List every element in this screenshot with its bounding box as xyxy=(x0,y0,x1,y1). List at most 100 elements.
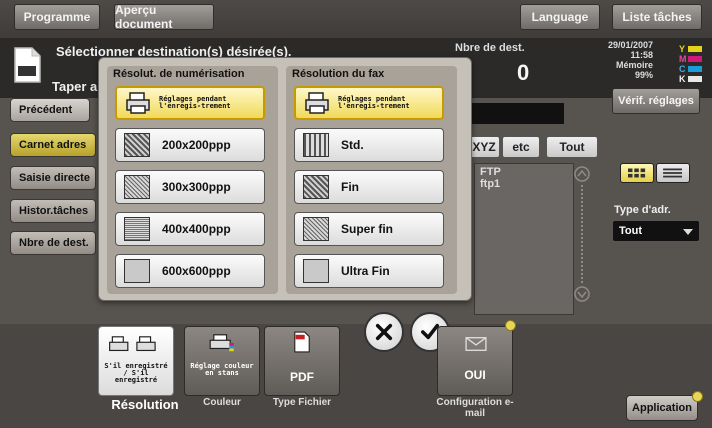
tab-xyz[interactable]: XYZ xyxy=(468,136,500,158)
status-panel: 29/01/2007 11:58 Mémoire 99% xyxy=(608,40,653,80)
scan-option-300[interactable]: 300x300ppp xyxy=(115,170,265,204)
scan-option-200[interactable]: 200x200ppp xyxy=(115,128,265,162)
resolution-tile[interactable]: S'il enregistré / S'il enregistré xyxy=(98,326,174,396)
tab-carnet-adresses[interactable]: Carnet adres xyxy=(10,133,96,157)
scan-option-200-label: 200x200ppp xyxy=(162,138,231,152)
verif-reglages-button[interactable]: Vérif. réglages xyxy=(612,88,700,114)
scan-option-600-label: 600x600ppp xyxy=(162,264,231,278)
toner-k-letter: K xyxy=(679,74,686,84)
fax-option-fin[interactable]: Fin xyxy=(294,170,444,204)
tab-nbre-dest[interactable]: Nbre de dest. xyxy=(10,231,96,255)
email-icon xyxy=(465,337,487,351)
scan-option-600[interactable]: 600x600ppp xyxy=(115,254,265,288)
couleur-tile-label: Couleur xyxy=(203,397,241,408)
type-fichier-tile-label: Type Fichier xyxy=(272,397,332,408)
resolution-pattern-icon xyxy=(124,259,150,283)
color-printer-icon xyxy=(209,334,234,352)
grid-view-icon xyxy=(628,168,646,178)
fax-option-super-fin[interactable]: Super fin xyxy=(294,212,444,246)
status-time: 11:58 xyxy=(630,50,654,60)
screen: Programme Aperçu document Language Liste… xyxy=(0,0,712,428)
list-item[interactable]: FTP ftp1 xyxy=(480,166,501,190)
apercu-document-button[interactable]: Aperçu document xyxy=(114,3,214,31)
resolution-tile-label: Résolution xyxy=(111,397,179,412)
fax-option-reglages[interactable]: Réglages pendant l'enregis-trement xyxy=(294,86,444,120)
scan-option-400-label: 400x400ppp xyxy=(162,222,231,236)
resolution-pattern-icon xyxy=(303,175,329,199)
list-view-icon xyxy=(663,168,682,178)
fax-option-ultra-fin-label: Ultra Fin xyxy=(341,264,390,278)
resolution-pattern-icon xyxy=(303,217,329,241)
ftp-type-label: FTP xyxy=(480,166,501,178)
resolution-pattern-icon xyxy=(303,259,329,283)
scan-option-reglages-label: Réglages pendant l'enregis-trement xyxy=(159,95,231,110)
printer-icon xyxy=(109,336,156,352)
scan-resolution-title: Résolut. de numérisation xyxy=(113,68,245,80)
type-adr-label: Type d'adr. xyxy=(614,204,671,216)
document-icon xyxy=(14,47,41,83)
application-button[interactable]: Application xyxy=(626,395,698,421)
type-adr-value: Tout xyxy=(619,225,643,237)
memory-label: Mémoire xyxy=(616,60,654,70)
indicator-dot xyxy=(505,320,516,331)
fax-option-ultra-fin[interactable]: Ultra Fin xyxy=(294,254,444,288)
toner-m-letter: M xyxy=(679,54,687,64)
resolution-dialog: Résolut. de numérisation Réglages pendan… xyxy=(98,57,472,301)
printer-icon xyxy=(305,92,329,114)
toner-letters: Y M C K xyxy=(679,44,687,84)
toner-m-bar xyxy=(688,56,702,62)
type-fichier-tile-text: PDF xyxy=(290,370,314,384)
tab-tout[interactable]: Tout xyxy=(546,136,598,158)
printer-icon xyxy=(126,92,150,114)
destination-count-value: 0 xyxy=(517,60,530,85)
resolution-tile-text: S'il enregistré / S'il enregistré xyxy=(104,362,168,384)
fax-option-super-fin-label: Super fin xyxy=(341,222,394,236)
tab-etc[interactable]: etc xyxy=(502,136,540,158)
toner-y-letter: Y xyxy=(679,44,686,54)
tab-saisie-directe[interactable]: Saisie directe xyxy=(10,166,96,190)
configuration-email-tile-label: Configuration e-mail xyxy=(436,397,514,419)
list-scrollbar[interactable] xyxy=(573,165,591,303)
grid-view-button[interactable] xyxy=(620,163,654,183)
status-date: 29/01/2007 xyxy=(608,40,654,50)
tab-historique-taches[interactable]: Histor.tâches xyxy=(10,199,96,223)
scan-option-400[interactable]: 400x400ppp xyxy=(115,212,265,246)
taper-label: Taper a xyxy=(52,79,98,94)
resolution-pattern-icon xyxy=(124,175,150,199)
resolution-pattern-icon xyxy=(124,133,150,157)
ftp-name-label: ftp1 xyxy=(480,178,501,190)
destination-count-label: Nbre de dest. xyxy=(455,42,525,54)
indicator-dot xyxy=(692,391,703,402)
type-fichier-tile[interactable]: PDF xyxy=(264,326,340,396)
couleur-tile[interactable]: Réglage couleur en stans xyxy=(184,326,260,396)
fax-option-reglages-label: Réglages pendant l'enregis-trement xyxy=(338,95,410,110)
scan-resolution-panel: Résolut. de numérisation Réglages pendan… xyxy=(107,66,278,294)
destination-input-field[interactable] xyxy=(470,103,564,124)
scan-option-reglages[interactable]: Réglages pendant l'enregis-trement xyxy=(115,86,265,120)
memory-value: 99% xyxy=(635,70,654,80)
couleur-tile-text: Réglage couleur en stans xyxy=(190,362,254,377)
cancel-button[interactable] xyxy=(364,312,404,352)
resolution-pattern-icon xyxy=(124,217,150,241)
type-adr-select[interactable]: Tout xyxy=(612,220,700,242)
language-button[interactable]: Language xyxy=(520,4,600,30)
programme-button[interactable]: Programme xyxy=(14,4,100,30)
precedent-button[interactable]: Précédent xyxy=(10,98,90,122)
pdf-file-icon xyxy=(294,331,310,353)
toner-c-letter: C xyxy=(679,64,686,74)
top-bar xyxy=(0,0,712,38)
configuration-email-tile[interactable]: OUI xyxy=(437,326,513,396)
chevron-down-icon xyxy=(683,229,693,235)
fax-resolution-title: Résolution du fax xyxy=(292,68,385,80)
liste-taches-button[interactable]: Liste tâches xyxy=(612,4,702,30)
scan-option-300-label: 300x300ppp xyxy=(162,180,231,194)
fax-option-std-label: Std. xyxy=(341,138,364,152)
fax-option-std[interactable]: Std. xyxy=(294,128,444,162)
fax-resolution-panel: Résolution du fax Réglages pendant l'enr… xyxy=(286,66,457,294)
close-icon xyxy=(375,323,393,341)
resolution-pattern-icon xyxy=(303,133,329,157)
list-view-button[interactable] xyxy=(656,163,690,183)
fax-option-fin-label: Fin xyxy=(341,180,359,194)
toner-c-bar xyxy=(688,66,702,72)
configuration-email-tile-text: OUI xyxy=(464,368,486,382)
